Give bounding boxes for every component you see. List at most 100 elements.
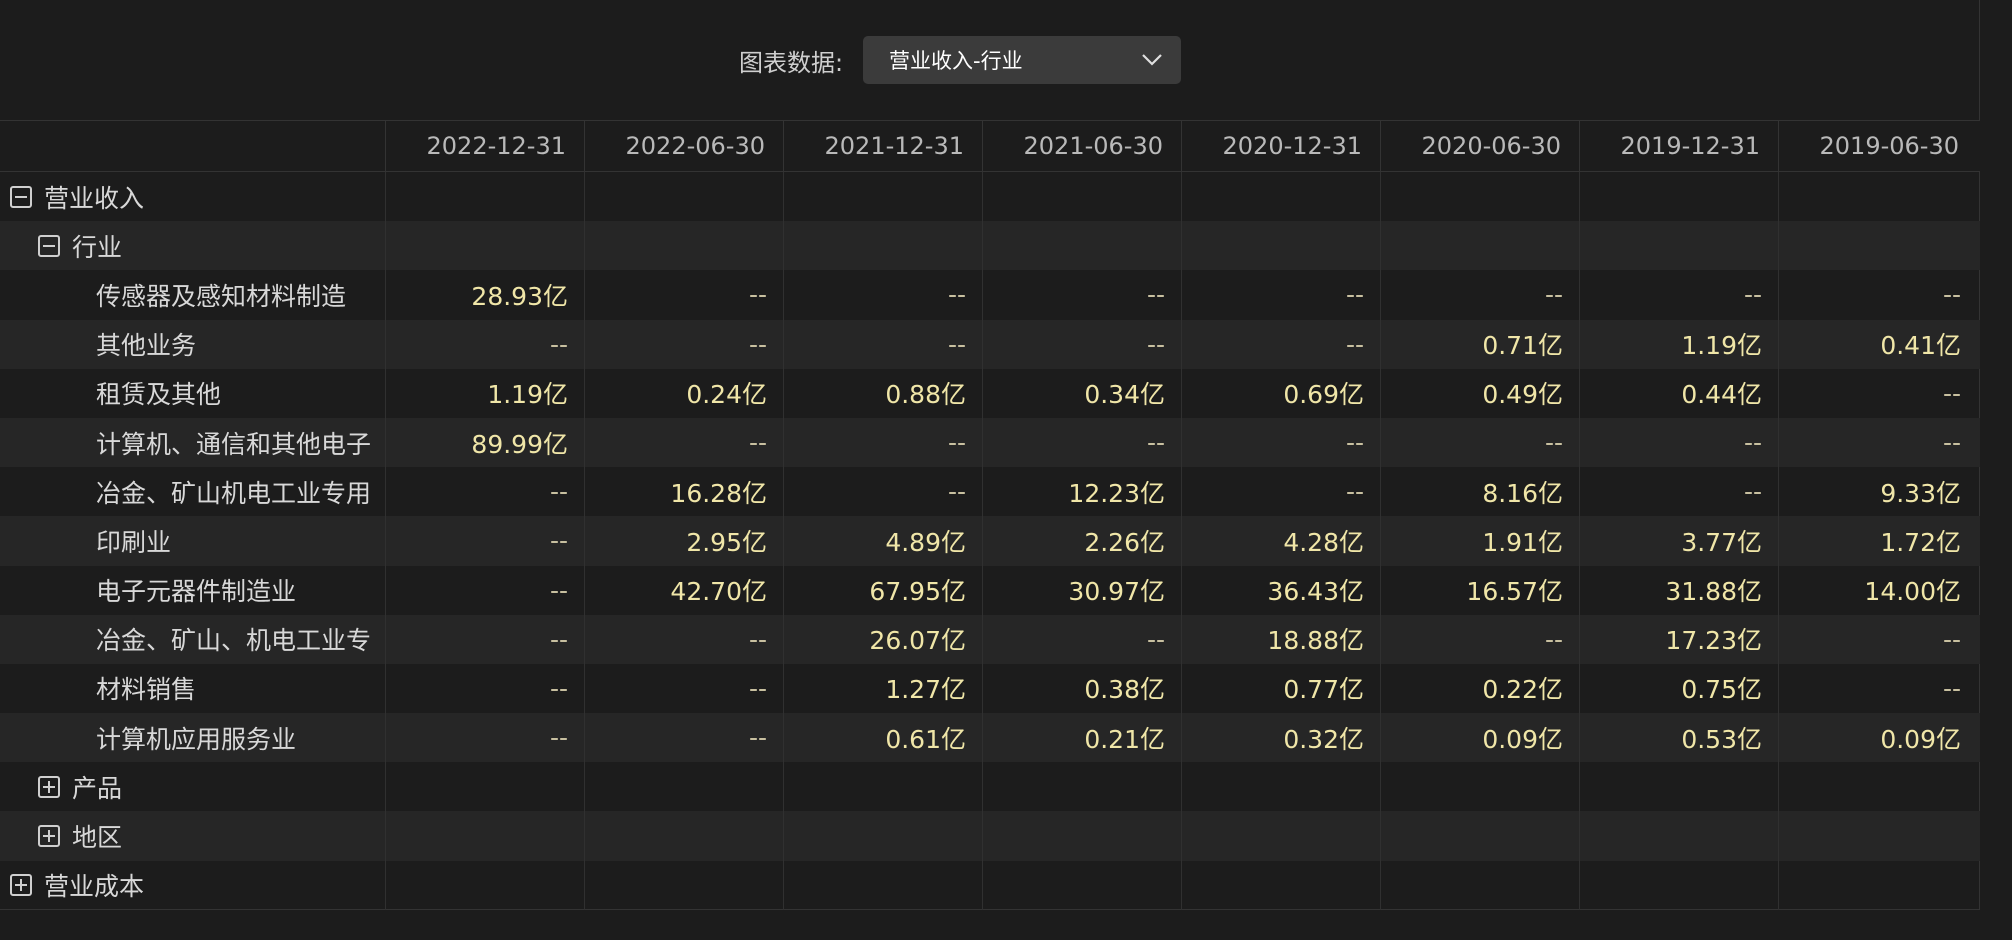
column-header[interactable]: 2020-06-30 — [1380, 121, 1579, 171]
table-cell: 12.23亿 — [982, 467, 1181, 517]
table-cell: -- — [1778, 417, 1977, 468]
row-label: 其他业务 — [0, 320, 385, 369]
row-label[interactable]: 行业 — [0, 221, 385, 270]
table-cell: 18.88亿 — [1181, 614, 1380, 664]
table-cell — [584, 860, 783, 910]
table-cell — [1579, 811, 1778, 861]
expand-icon[interactable] — [10, 874, 32, 897]
table-cell: 89.99亿 — [385, 417, 584, 468]
column-header[interactable]: 2019-06-30 — [1778, 121, 1977, 171]
column-header[interactable]: 2021-12-31 — [783, 121, 982, 171]
column-header[interactable]: 2020-12-31 — [1181, 121, 1380, 171]
table-cell — [1579, 860, 1778, 910]
row-label[interactable]: 产品 — [0, 762, 385, 811]
table-cell: 42.70亿 — [584, 565, 783, 615]
table-cell: 0.34亿 — [982, 368, 1181, 418]
chart-data-select-value: 营业收入-行业 — [889, 49, 1023, 73]
table-row: 其他业务 -- -- -- -- -- 0.71亿 1.19亿 0.41亿 — [0, 319, 1980, 369]
table-cell: 8.16亿 — [1380, 467, 1579, 517]
table-cell: 0.21亿 — [982, 713, 1181, 763]
row-label: 冶金、矿山、机电工业专 — [0, 615, 385, 664]
expand-icon[interactable] — [38, 775, 60, 798]
table-cell: -- — [1579, 270, 1778, 320]
table-cell: -- — [584, 270, 783, 320]
table-cell: 0.88亿 — [783, 368, 982, 418]
table-cell: 0.41亿 — [1778, 319, 1977, 369]
table-cell: 0.77亿 — [1181, 663, 1380, 714]
table-cell — [385, 172, 584, 222]
table-cell: -- — [1778, 270, 1977, 320]
table-cell — [1380, 860, 1579, 910]
row-label[interactable]: 营业成本 — [0, 861, 385, 910]
table-cell — [1181, 860, 1380, 910]
table-cell — [1181, 172, 1380, 222]
table-cell — [982, 860, 1181, 910]
table-row: 电子元器件制造业 -- 42.70亿 67.95亿 30.97亿 36.43亿 16.57亿… — [0, 565, 1980, 615]
row-label-text: 电子元器件制造业 — [96, 577, 297, 607]
table-header: 2022-12-31 2022-06-30 2021-12-31 2021-06-30… — [0, 120, 1980, 172]
collapse-icon[interactable] — [10, 185, 32, 208]
row-label-text: 产品 — [72, 773, 123, 803]
row-label[interactable]: 营业收入 — [0, 172, 385, 221]
table-cell — [385, 811, 584, 861]
table-cell: 2.95亿 — [584, 516, 783, 566]
table-cell — [783, 860, 982, 910]
table-cell: -- — [1181, 467, 1380, 517]
table-cell — [1579, 221, 1778, 271]
row-label-text: 计算机、通信和其他电子 — [96, 429, 372, 459]
table-cell: -- — [1380, 270, 1579, 320]
table-cell: -- — [385, 614, 584, 664]
table-cell: 0.75亿 — [1579, 663, 1778, 714]
chart-data-select[interactable]: 营业收入-行业 — [863, 36, 1182, 84]
table-cell: 0.09亿 — [1778, 713, 1977, 763]
table-cell — [584, 811, 783, 861]
table-cell: -- — [584, 663, 783, 714]
table-cell — [385, 860, 584, 910]
table-cell: -- — [385, 516, 584, 566]
table-row: 材料销售 -- -- 1.27亿 0.38亿 0.77亿 0.22亿 0.75亿 -- — [0, 663, 1980, 714]
row-label: 电子元器件制造业 — [0, 566, 385, 615]
table-row: 计算机应用服务业 -- -- 0.61亿 0.21亿 0.32亿 0.09亿 0.53亿 0.0… — [0, 713, 1980, 763]
row-label-text: 租赁及其他 — [96, 380, 222, 410]
column-header[interactable]: 2022-12-31 — [385, 121, 584, 171]
table-cell: 1.27亿 — [783, 663, 982, 714]
row-label[interactable]: 地区 — [0, 811, 385, 860]
table-cell: -- — [385, 663, 584, 714]
table-cell — [1380, 221, 1579, 271]
table-row: 地区 — [0, 811, 1980, 861]
table-row: 计算机、通信和其他电子 89.99亿 -- -- -- -- -- -- -- — [0, 417, 1980, 468]
table-cell: -- — [783, 417, 982, 468]
expand-icon[interactable] — [38, 825, 60, 848]
table-cell — [1380, 811, 1579, 861]
table-cell: -- — [1181, 319, 1380, 369]
row-label-text: 其他业务 — [96, 331, 197, 361]
column-header[interactable]: 2022-06-30 — [584, 121, 783, 171]
table-cell — [1181, 221, 1380, 271]
table-cell — [982, 811, 1181, 861]
row-label: 材料销售 — [0, 664, 385, 713]
table-cell: -- — [1778, 368, 1977, 418]
row-label-text: 计算机应用服务业 — [96, 724, 297, 754]
table-cell — [385, 762, 584, 812]
table-cell: 0.53亿 — [1579, 713, 1778, 763]
table-cell: -- — [982, 417, 1181, 468]
table-cell — [1778, 811, 1977, 861]
column-header[interactable]: 2019-12-31 — [1579, 121, 1778, 171]
table-cell: -- — [385, 467, 584, 517]
table-cell: -- — [783, 467, 982, 517]
table-cell: 1.19亿 — [385, 368, 584, 418]
column-header[interactable]: 2021-06-30 — [982, 121, 1181, 171]
table-cell: 0.09亿 — [1380, 713, 1579, 763]
chevron-down-icon — [1142, 54, 1162, 66]
table-cell: -- — [1181, 270, 1380, 320]
table-cell: -- — [783, 270, 982, 320]
table-cell — [1579, 762, 1778, 812]
table-cell: -- — [1778, 663, 1977, 714]
table-cell — [1181, 811, 1380, 861]
table-body: 营业收入 行业 传感器及感知材料制造 28.93亿 -- -- -- -- -- -- -- 其他业务… — [0, 172, 1980, 910]
table-cell: -- — [1778, 614, 1977, 664]
chart-data-toolbar: 图表数据: 营业收入-行业 — [0, 0, 1980, 120]
collapse-icon[interactable] — [38, 234, 60, 257]
row-label-text: 营业成本 — [44, 872, 145, 902]
table-cell — [783, 762, 982, 812]
